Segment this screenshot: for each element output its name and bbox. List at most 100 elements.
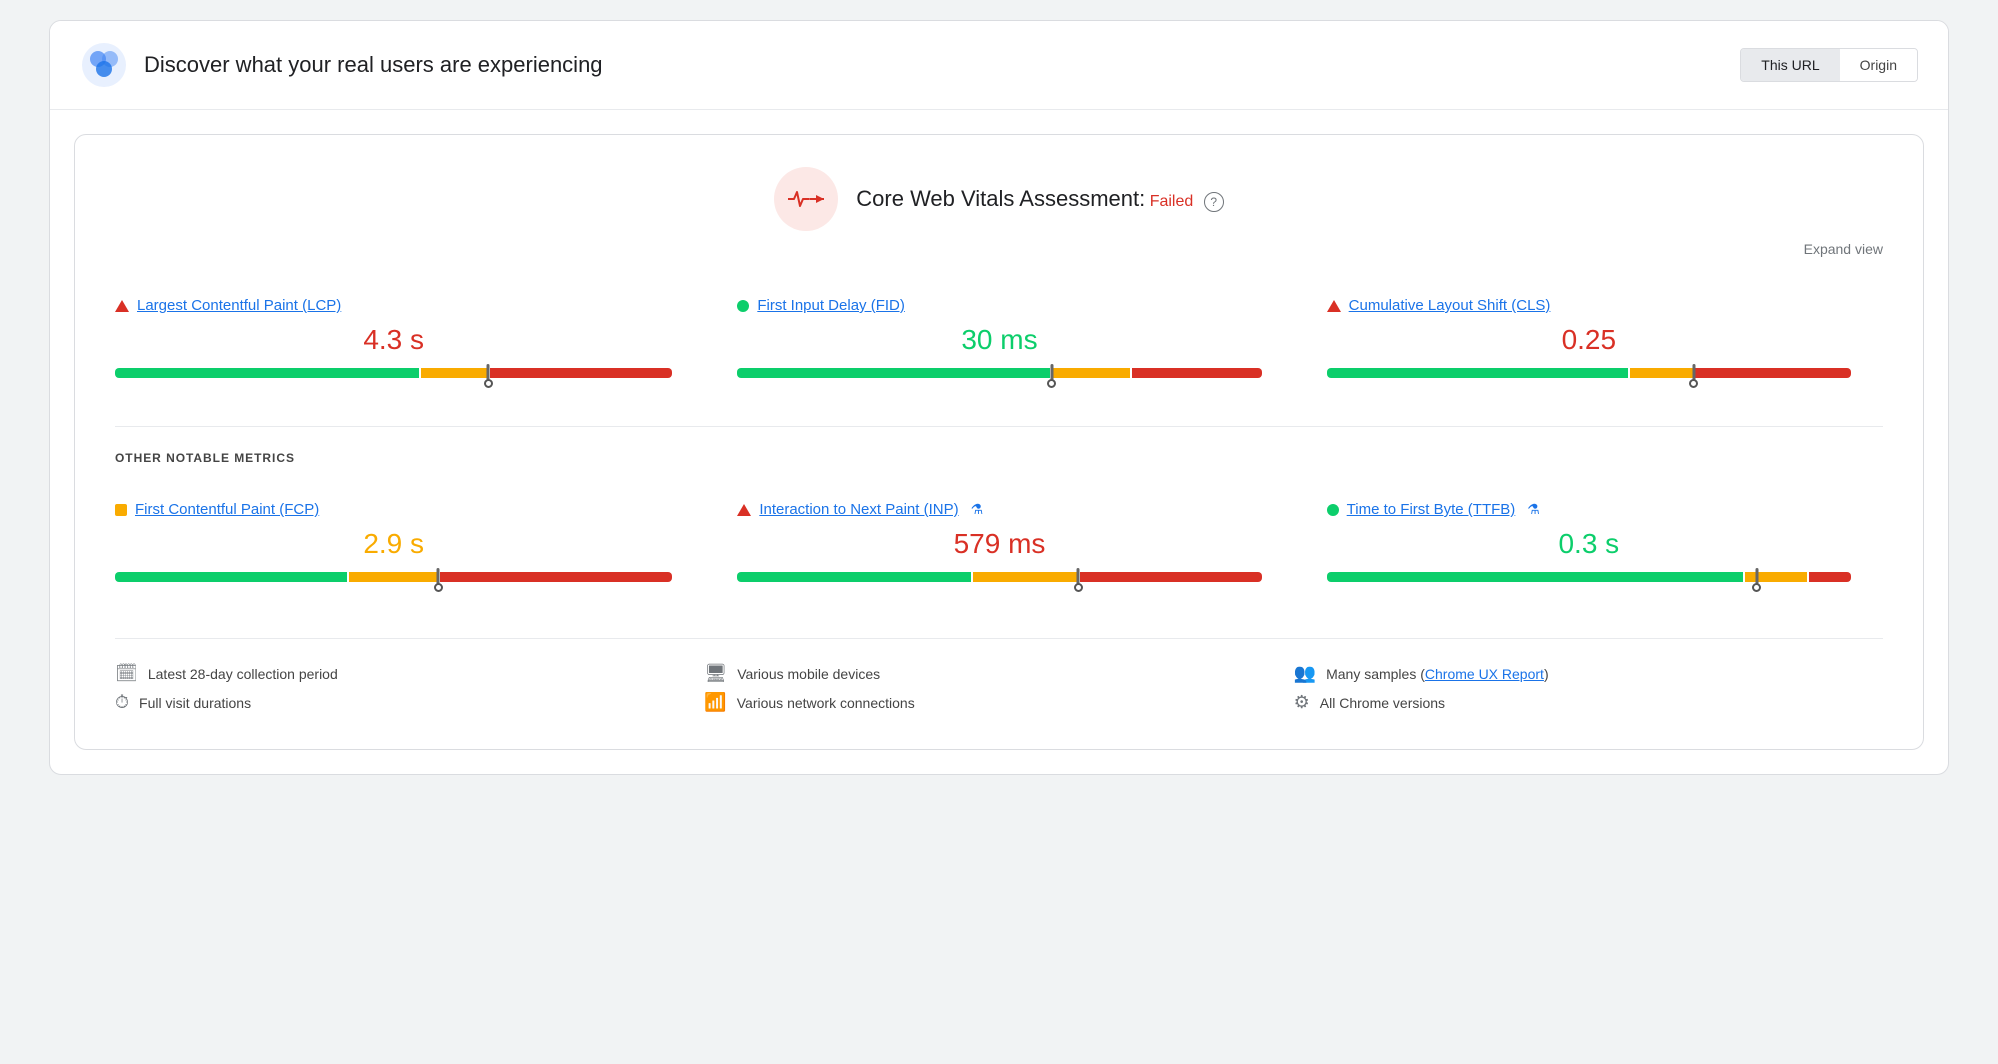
- failed-icon-circle: [774, 167, 838, 231]
- bar-marker: [1692, 364, 1695, 382]
- circle-green-icon: [737, 300, 749, 312]
- chrome-icon: ⚙: [1294, 692, 1310, 713]
- triangle-red-icon: [115, 300, 129, 312]
- bar-marker: [487, 364, 490, 382]
- stopwatch-icon: ⏱: [115, 692, 129, 713]
- assessment-label: Core Web Vitals Assessment:: [856, 186, 1145, 211]
- other-metrics-label: OTHER NOTABLE METRICS: [115, 451, 1883, 465]
- bar-red: [490, 368, 673, 378]
- assessment-title-row: Core Web Vitals Assessment: Failed ?: [856, 186, 1223, 212]
- progress-bar: [115, 368, 672, 378]
- footer-network-text: Various network connections: [737, 695, 915, 711]
- bar-marker: [1755, 568, 1758, 586]
- bar-green: [115, 572, 347, 582]
- network-icon: 📶: [704, 692, 726, 713]
- devices-icon: 🖥: [704, 663, 727, 684]
- metric-value: 0.25: [1327, 324, 1851, 356]
- footer-visit-text: Full visit durations: [139, 695, 251, 711]
- metric-name[interactable]: Cumulative Layout Shift (CLS): [1349, 297, 1551, 314]
- footer-chrome-text: All Chrome versions: [1320, 695, 1445, 711]
- main-container: Discover what your real users are experi…: [49, 20, 1949, 775]
- section-divider: [115, 426, 1883, 427]
- bar-green: [737, 572, 971, 582]
- bar-marker-dot: [1074, 583, 1083, 592]
- metric-label-row: Largest Contentful Paint (LCP): [115, 297, 672, 314]
- footer-item-visit: ⏱ Full visit durations: [115, 688, 704, 717]
- bar-marker-dot: [1047, 379, 1056, 388]
- metric-value: 4.3 s: [115, 324, 672, 356]
- footer-collection-text: Latest 28-day collection period: [148, 666, 338, 682]
- bar-red: [1132, 368, 1262, 378]
- footer-item-devices: 🖥 Various mobile devices: [704, 659, 1293, 688]
- metric-label-row: First Input Delay (FID): [737, 297, 1261, 314]
- metric-value: 30 ms: [737, 324, 1261, 356]
- expand-link[interactable]: Expand view: [1804, 241, 1883, 257]
- bar-green: [1327, 368, 1629, 378]
- url-toggle: This URL Origin: [1740, 48, 1918, 82]
- bar-orange: [1630, 368, 1692, 378]
- metric-value: 579 ms: [737, 528, 1261, 560]
- bar-marker: [1050, 364, 1053, 382]
- metric-item: Cumulative Layout Shift (CLS) 0.25: [1294, 281, 1883, 402]
- metric-item: Time to First Byte (TTFB) ⚗ 0.3 s: [1294, 485, 1883, 606]
- chrome-ux-report-link[interactable]: Chrome UX Report: [1425, 666, 1544, 682]
- footer-item-network: 📶 Various network connections: [704, 688, 1293, 717]
- bar-red: [1695, 368, 1851, 378]
- help-icon[interactable]: ?: [1204, 192, 1224, 212]
- metric-label-row: Cumulative Layout Shift (CLS): [1327, 297, 1851, 314]
- triangle-red-icon: [1327, 300, 1341, 312]
- progress-bar: [1327, 368, 1851, 378]
- bar-red: [1809, 572, 1851, 582]
- origin-tab[interactable]: Origin: [1840, 49, 1917, 81]
- footer-col1: 🗓 Latest 28-day collection period ⏱ Full…: [115, 659, 704, 717]
- metric-name[interactable]: First Contentful Paint (FCP): [135, 501, 319, 518]
- progress-bar: [737, 572, 1261, 582]
- core-metrics-grid: Largest Contentful Paint (LCP) 4.3 s First…: [115, 281, 1883, 402]
- footer-item-samples: 👥 Many samples (Chrome UX Report): [1294, 659, 1883, 688]
- flask-icon: ⚗: [971, 501, 984, 518]
- logo-icon: [80, 41, 128, 89]
- footer-col3: 👥 Many samples (Chrome UX Report) ⚙ All …: [1294, 659, 1883, 717]
- metric-value: 0.3 s: [1327, 528, 1851, 560]
- assessment-header: Core Web Vitals Assessment: Failed ?: [115, 167, 1883, 231]
- bar-marker-dot: [484, 379, 493, 388]
- page-title: Discover what your real users are experi…: [144, 52, 603, 78]
- expand-row: Expand view: [115, 241, 1883, 257]
- metric-name[interactable]: Time to First Byte (TTFB): [1347, 501, 1516, 518]
- bar-red: [440, 572, 672, 582]
- bar-marker: [1077, 568, 1080, 586]
- bar-green: [737, 368, 1049, 378]
- circle-green-icon: [1327, 504, 1339, 516]
- metric-item: First Contentful Paint (FCP)2.9 s: [115, 485, 704, 606]
- progress-bar: [1327, 572, 1851, 582]
- footer-samples-text: Many samples (Chrome UX Report): [1326, 666, 1549, 682]
- footer-item-chrome: ⚙ All Chrome versions: [1294, 688, 1883, 717]
- metric-item: First Input Delay (FID) 30 ms: [704, 281, 1293, 402]
- progress-bar: [115, 572, 672, 582]
- bar-green: [1327, 572, 1743, 582]
- flask-icon: ⚗: [1527, 501, 1540, 518]
- triangle-red-icon: [737, 504, 751, 516]
- footer-col2: 🖥 Various mobile devices 📶 Various netwo…: [704, 659, 1293, 717]
- footer-item-collection: 🗓 Latest 28-day collection period: [115, 659, 704, 688]
- metric-item: Largest Contentful Paint (LCP) 4.3 s: [115, 281, 704, 402]
- square-orange-icon: [115, 504, 127, 516]
- metric-name[interactable]: Largest Contentful Paint (LCP): [137, 297, 341, 314]
- bar-orange: [421, 368, 487, 378]
- this-url-tab[interactable]: This URL: [1741, 49, 1839, 81]
- bar-orange: [973, 572, 1077, 582]
- header: Discover what your real users are experi…: [50, 21, 1948, 110]
- bar-marker-dot: [1689, 379, 1698, 388]
- assessment-status: Failed: [1150, 193, 1194, 210]
- bar-marker: [437, 568, 440, 586]
- metric-name[interactable]: Interaction to Next Paint (INP): [759, 501, 958, 518]
- bar-red: [1080, 572, 1262, 582]
- bar-orange: [1052, 368, 1130, 378]
- bar-marker-dot: [434, 583, 443, 592]
- metric-label-row: First Contentful Paint (FCP): [115, 501, 672, 518]
- bar-green: [115, 368, 419, 378]
- other-metrics-grid: First Contentful Paint (FCP)2.9 s Interac…: [115, 485, 1883, 606]
- header-left: Discover what your real users are experi…: [80, 41, 603, 89]
- footer-info: 🗓 Latest 28-day collection period ⏱ Full…: [115, 638, 1883, 717]
- metric-name[interactable]: First Input Delay (FID): [757, 297, 905, 314]
